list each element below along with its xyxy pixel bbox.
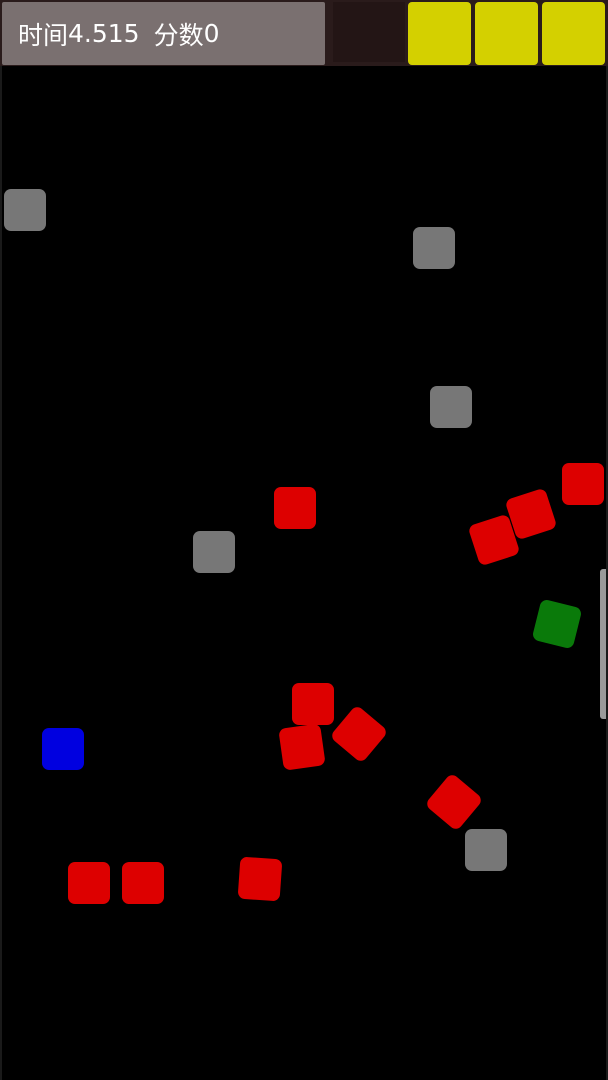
- score-value: 0: [203, 19, 220, 48]
- enemy-block: [278, 723, 326, 771]
- enemy-block: [292, 683, 334, 725]
- enemy-block: [329, 704, 389, 764]
- life-block: [542, 2, 605, 65]
- player-block[interactable]: [42, 728, 84, 770]
- edge-scroll-handle[interactable]: [600, 569, 606, 719]
- time-value: 4.515: [68, 19, 140, 48]
- time-label: 时间: [18, 20, 69, 50]
- enemy-block: [68, 862, 110, 904]
- life-block: [408, 2, 471, 65]
- obstacle-block: [193, 531, 235, 573]
- playfield[interactable]: [0, 66, 608, 1080]
- bonus-block: [531, 598, 583, 650]
- hud-bar: 时间 4.515 分数 0: [0, 0, 608, 66]
- obstacle-block: [413, 227, 455, 269]
- enemy-block: [562, 463, 604, 505]
- enemy-block: [237, 856, 283, 902]
- obstacle-block: [465, 829, 507, 871]
- enemy-block: [424, 772, 484, 832]
- hud-empty-slot: [333, 2, 405, 62]
- game-screen[interactable]: 时间 4.515 分数 0: [0, 0, 608, 1080]
- enemy-block: [274, 487, 316, 529]
- obstacle-block: [4, 189, 46, 231]
- life-block: [475, 2, 538, 65]
- enemy-block: [122, 862, 164, 904]
- score-panel: 时间 4.515 分数 0: [2, 2, 325, 65]
- score-label: 分数: [153, 20, 204, 50]
- obstacle-block: [430, 386, 472, 428]
